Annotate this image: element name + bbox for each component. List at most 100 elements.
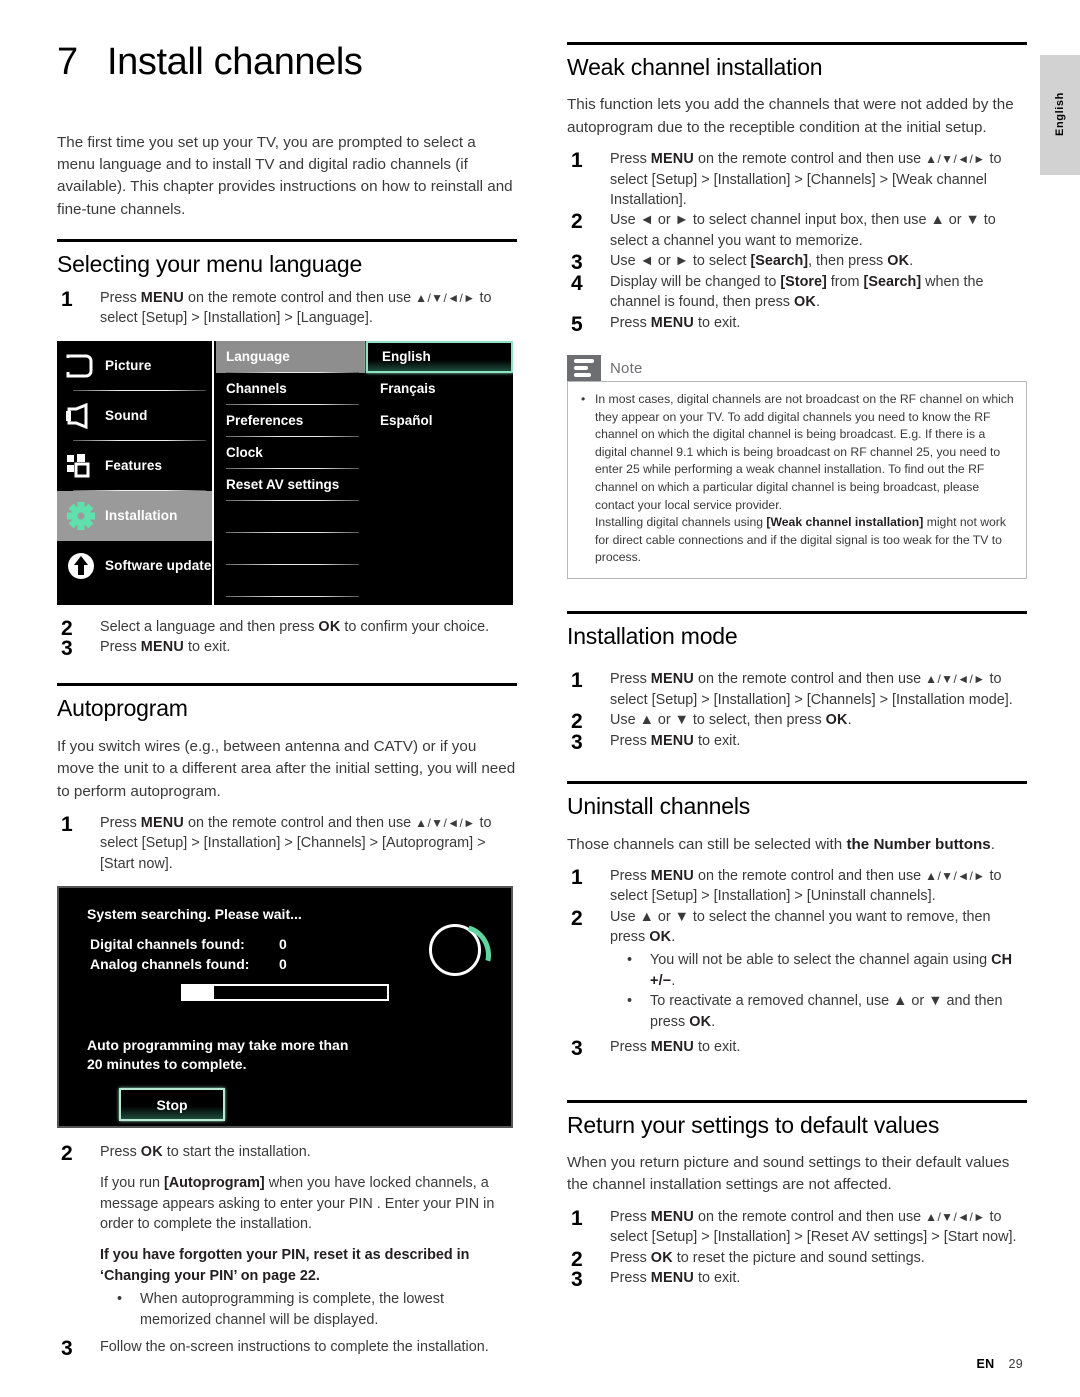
note-text: If you run [100,1174,164,1191]
arrow-keys: ▲/▼/◄/► [925,1209,986,1224]
note-body: In most cases, digital channels are not … [567,381,1027,579]
step-text: . [816,294,821,311]
progress-bar [181,984,389,1002]
osd-submenu-label: Channels [226,381,287,397]
step-text: to exit. [693,1270,741,1287]
key-menu: MENU [650,867,694,884]
osd-analog-value: 0 [279,956,287,973]
uninstall-intro: Those channels can still be selected wit… [567,834,1027,856]
osd-digital-label: Digital channels found: [90,936,245,953]
token-search: [Search] [863,273,922,290]
osd-menu-item-software-update[interactable]: Software update [57,541,212,591]
chapter-intro: The first time you set up your TV, you a… [57,133,513,218]
step-text: to reset the picture and sound settings. [672,1249,925,1266]
step-text: to confirm your choice. [340,618,490,635]
osd-submenu-reset-av-settings[interactable]: Reset AV settings [216,469,365,501]
step-item: 1 Press MENU on the remote control and t… [567,149,1027,210]
key-menu: MENU [650,671,694,688]
uninstall-text: . [990,835,995,853]
autoprogram-pin-reset-note: If you have forgotten your PIN, reset it… [100,1247,470,1285]
steps-reset-defaults: 1 Press MENU on the remote control and t… [567,1207,1027,1291]
section-heading-menu-language: Selecting your menu language [57,251,363,278]
picture-icon [57,346,105,386]
section-heading-weak-channel: Weak channel installation [567,54,823,80]
osd-menu-item-features[interactable]: Features [57,441,212,491]
step-text: Press [610,1208,651,1225]
step-text: to exit. [693,732,741,749]
step-item: 4 Display will be changed to [Store] fro… [567,272,1027,313]
loading-spinner-icon [429,924,481,977]
step-text: to start the installation. [162,1144,311,1161]
osd-option-label: English [382,349,431,365]
osd-option-francais[interactable]: Français [366,373,513,405]
osd-submenu-clock[interactable]: Clock [216,437,365,469]
step-item: 2 Use ◄ or ► to select channel input box… [567,210,1027,251]
section-heading-uninstall-channels: Uninstall channels [567,793,751,820]
key-menu: MENU [650,1208,694,1225]
key-menu: MENU [650,314,694,331]
step-text: Press [100,1144,141,1161]
step-text: on the remote control and then use [693,671,926,688]
step-text: to exit. [183,638,231,655]
footer-language-code: EN [976,1357,995,1371]
osd-option-espanol[interactable]: Español [366,405,513,437]
arrow-keys: ▲/▼/◄/► [415,290,476,305]
osd-item-label: Picture [105,358,152,374]
key-ok: OK [140,1144,163,1161]
osd-right-pane: English Français Español [366,340,513,605]
osd-option-label: Español [380,413,433,429]
section-rule [567,42,1027,45]
step-item: 3 Press MENU to exit. [567,731,1027,754]
step-text: Use ◄ or ► to select [610,253,751,270]
step-text: from [826,273,864,290]
weak-channel-intro: This function lets you add the channels … [567,96,1014,136]
steps-menu-language: 1 Press MENU on the remote control and t… [57,288,517,329]
osd-digital-value: 0 [279,936,287,953]
autoprogram-token: [Autoprogram] [164,1174,265,1191]
osd-menu-item-picture[interactable]: Picture [57,341,212,391]
step-text: . [847,712,852,729]
osd-submenu-label: Clock [226,445,263,461]
key-menu: MENU [140,814,184,831]
key-menu: MENU [650,1270,694,1287]
osd-option-label: Français [380,381,436,397]
note-list-item: In most cases, digital channels are not … [580,391,1014,567]
section-rule [567,781,1027,785]
page-number: 29 [1008,1357,1023,1371]
token-weak-channel-installation: [Weak channel installation] [766,515,924,530]
page-title: 7 Install channels [57,41,517,84]
osd-menu-item-sound[interactable]: Sound [57,391,212,441]
osd-menu-item-installation[interactable]: Installation [57,490,212,541]
autoprogram-bullets: When autoprogramming is complete, the lo… [100,1289,517,1331]
osd-submenu-channels[interactable]: Channels [216,373,365,405]
key-ok: OK [318,618,341,635]
osd-submenu-preferences[interactable]: Preferences [216,405,365,437]
step-number: 1 [571,865,583,889]
step-text: to exit. [693,314,741,331]
features-icon [57,446,105,486]
note-header: Note [567,355,1027,382]
section-rule [57,683,517,687]
step-number: 1 [571,669,583,693]
manual-page: English 7 Install channels The first time… [0,0,1080,1397]
step-number: 3 [571,730,583,754]
chapter-title: Install channels [107,41,363,83]
step-text: Press [610,1270,651,1287]
step-text: Follow the on-screen instructions to com… [100,1338,489,1355]
key-menu: MENU [140,289,184,306]
step-number: 5 [571,312,583,336]
osd-submenu-language[interactable]: Language [216,340,365,373]
step-item: 1 Press MENU on the remote control and t… [567,669,1027,710]
list-item: When autoprogramming is complete, the lo… [100,1289,517,1331]
note-icon [567,355,601,382]
key-menu: MENU [650,732,694,749]
osd-option-english[interactable]: English [366,340,513,373]
section-heading-installation-mode: Installation mode [567,622,738,649]
step-item: 3 Press MENU to exit. [57,637,517,660]
stop-button[interactable]: Stop [119,1088,225,1122]
step-text: , then press [808,253,888,270]
steps-autoprogram: 1 Press MENU on the remote control and t… [57,813,517,874]
stop-button-label: Stop [156,1096,188,1113]
right-column: Weak channel installation This function … [567,0,1027,1291]
key-ok: OK [689,1014,712,1031]
